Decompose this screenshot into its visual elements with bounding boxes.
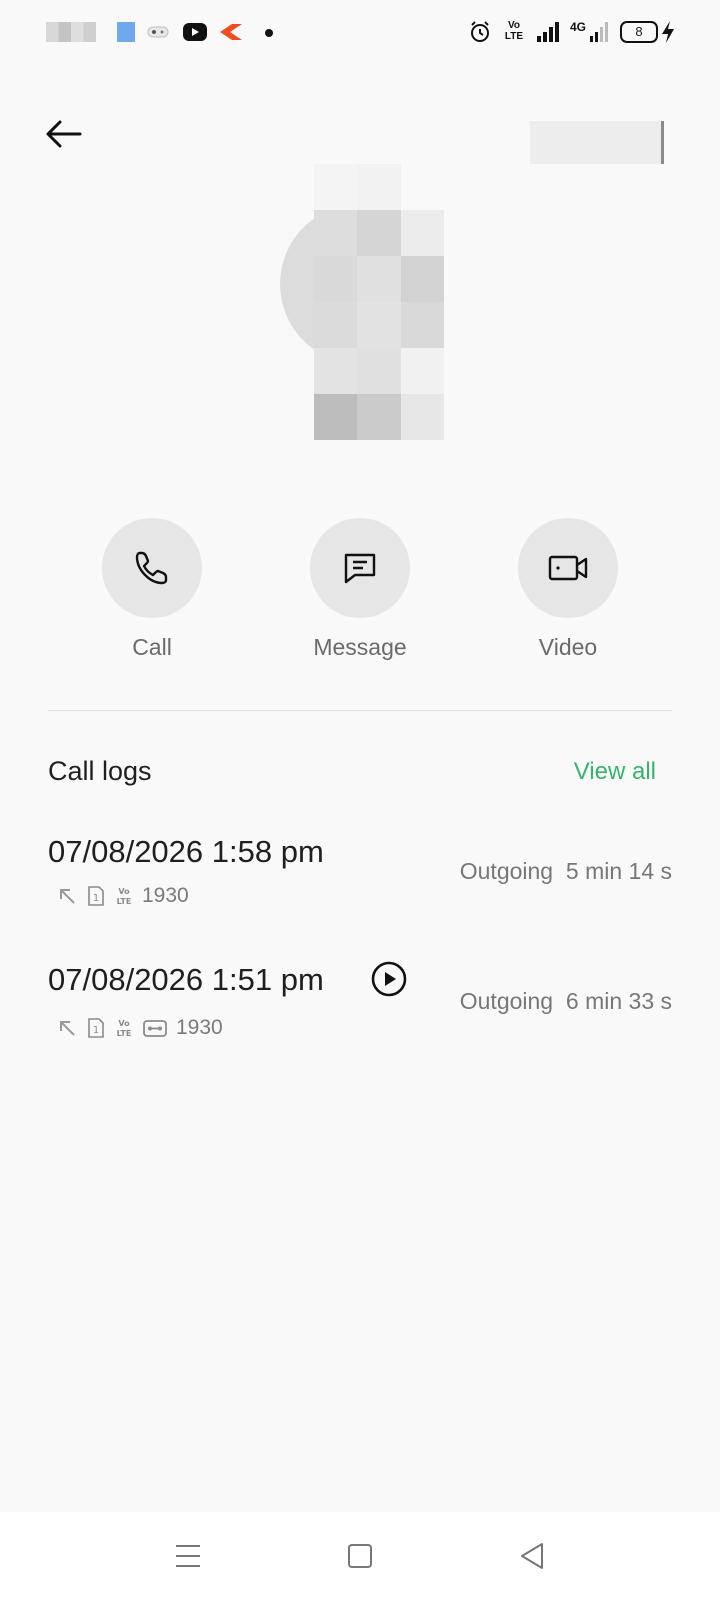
redacted-notification-icon: [46, 22, 96, 42]
signal-secondary-icon: [590, 22, 608, 42]
app-kite-icon: [220, 24, 242, 40]
network-type-label: 4G: [570, 20, 587, 34]
outgoing-call-arrow-icon: [60, 889, 75, 904]
youtube-icon: [183, 23, 207, 41]
svg-text:Vo: Vo: [118, 1019, 130, 1028]
redacted-contact-name: [314, 164, 444, 440]
signal-icon: [537, 22, 559, 42]
message-icon: [344, 553, 376, 584]
view-all-link[interactable]: View all: [574, 758, 656, 786]
svg-text:Vo: Vo: [118, 887, 130, 896]
svg-text:LTE: LTE: [117, 1029, 132, 1038]
call-log-meta: 1 Vo LTE 1930: [56, 1016, 223, 1040]
video-button-circle[interactable]: [518, 518, 618, 618]
call-log-status: Outgoing 6 min 33 s: [460, 988, 672, 1015]
call-log-datetime: 07/08/2026 1:51 pm: [48, 962, 324, 997]
status-bar: Vo LTE 4G 8: [0, 0, 720, 64]
charging-bolt-icon: [662, 21, 674, 43]
home-square-icon[interactable]: [344, 1540, 376, 1572]
notification-dot-icon: [265, 29, 273, 37]
video-label: Video: [538, 634, 598, 660]
call-log-item[interactable]: 07/08/2026 1:58 pm 1 Vo LTE 1930 Outgoin…: [48, 834, 672, 934]
call-log-meta: 1 Vo LTE 1930: [56, 884, 189, 908]
sim-1-icon: 1: [88, 1018, 104, 1038]
svg-text:1: 1: [93, 1025, 99, 1036]
battery-icon: 8: [620, 21, 658, 43]
call-log-number: 1930: [142, 884, 189, 907]
outgoing-call-arrow-icon: [60, 1021, 75, 1036]
back-button[interactable]: [38, 110, 86, 158]
call-button-circle[interactable]: [102, 518, 202, 618]
svg-text:LTE: LTE: [117, 897, 132, 906]
call-recording-icon: [143, 1020, 167, 1037]
sim-1-icon: 1: [88, 886, 104, 906]
section-divider: [48, 710, 672, 711]
video-button[interactable]: Video: [488, 518, 648, 661]
call-button[interactable]: Call: [72, 518, 232, 661]
call-label: Call: [132, 634, 172, 660]
call-log-item[interactable]: 07/08/2026 1:51 pm 1 Vo LTE 1930 Outgoin…: [48, 960, 672, 1062]
video-camera-icon: [548, 555, 588, 581]
call-log-status: Outgoing 5 min 14 s: [460, 858, 672, 885]
volte-small-icon: Vo LTE: [117, 887, 132, 906]
play-recording-button[interactable]: [370, 960, 408, 998]
phone-icon: [135, 551, 168, 585]
message-button-circle[interactable]: [310, 518, 410, 618]
game-controller-icon: [147, 26, 169, 38]
call-log-duration: 6 min 33 s: [565, 988, 672, 1014]
volte-icon: Vo LTE: [504, 20, 524, 42]
system-navigation-bar: [0, 1512, 720, 1600]
call-log-number: 1930: [176, 1016, 223, 1039]
app-square-icon: [117, 22, 135, 42]
message-label: Message: [313, 634, 407, 660]
volte-small-icon: Vo LTE: [117, 1019, 132, 1038]
call-log-type: Outgoing: [459, 988, 554, 1014]
back-triangle-icon[interactable]: [516, 1540, 548, 1572]
call-log-datetime: 07/08/2026 1:58 pm: [48, 834, 324, 869]
svg-text:1: 1: [93, 893, 99, 904]
call-log-type: Outgoing: [459, 858, 554, 884]
redacted-top-actions: [530, 121, 664, 164]
call-logs-title: Call logs: [48, 756, 152, 786]
message-button[interactable]: Message: [280, 518, 440, 661]
menu-icon[interactable]: [172, 1540, 204, 1572]
call-log-duration: 5 min 14 s: [565, 858, 672, 884]
contact-actions: Call Message Video: [0, 518, 720, 668]
alarm-icon: [471, 21, 489, 42]
